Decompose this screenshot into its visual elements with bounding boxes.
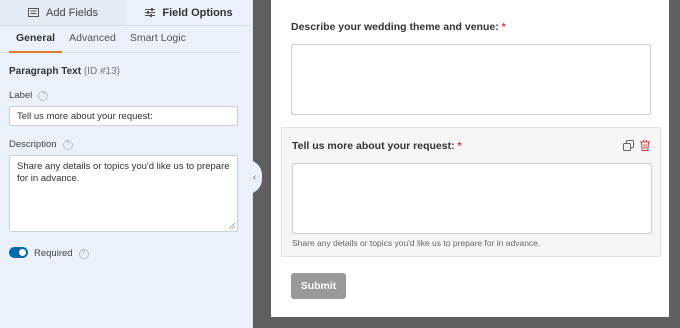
trash-icon[interactable] <box>640 138 650 156</box>
required-caption: Required <box>34 248 73 259</box>
field-description: Share any details or topics you'd like u… <box>292 238 541 248</box>
label-input[interactable] <box>9 106 238 126</box>
field-options-panel: Add Fields Field Options General Advance… <box>0 0 253 328</box>
tab-add-fields-label: Add Fields <box>46 6 98 19</box>
field-label-wedding-theme[interactable]: Describe your wedding theme and venue: * <box>291 21 506 33</box>
field-type-heading: Paragraph Text (ID #13) <box>9 66 120 77</box>
description-textarea[interactable]: Share any details or topics you'd like u… <box>9 155 238 232</box>
form-preview: Describe your wedding theme and venue: *… <box>271 0 669 317</box>
field-actions <box>623 138 650 156</box>
field-type-name: Paragraph Text <box>9 66 82 77</box>
help-icon[interactable]: ? <box>62 139 73 150</box>
duplicate-icon[interactable] <box>623 138 634 156</box>
description-text: Share any details or topics you'd like u… <box>17 161 230 184</box>
collapse-panel-handle[interactable]: ‹ <box>247 160 262 194</box>
chevron-left-icon: ‹ <box>252 171 257 183</box>
tab-general[interactable]: General <box>9 32 63 53</box>
submit-button[interactable]: Submit <box>291 273 346 299</box>
field-label-request: Tell us more about your request: * <box>292 140 462 152</box>
required-toggle[interactable] <box>9 247 28 258</box>
description-caption: Description <box>9 139 57 150</box>
help-icon[interactable]: ? <box>78 248 89 259</box>
selected-field-request[interactable]: Tell us more about your request: * Share… <box>281 127 661 257</box>
sub-tabs: General Advanced Smart Logic <box>0 26 240 53</box>
resize-grip-icon[interactable] <box>229 223 235 229</box>
field-label-text: Tell us more about your request: <box>292 140 455 152</box>
tab-field-options-label: Field Options <box>162 6 233 19</box>
sliders-icon <box>145 8 156 17</box>
tab-add-fields[interactable]: Add Fields <box>0 0 126 25</box>
required-caption-row: Required ? <box>34 248 89 259</box>
field-id: (ID #13) <box>83 66 120 77</box>
required-asterisk: * <box>457 140 462 152</box>
label-caption: Label <box>9 90 33 101</box>
list-icon <box>28 8 39 17</box>
tab-field-options[interactable]: Field Options <box>126 0 252 25</box>
panel-top-tabs: Add Fields Field Options <box>0 0 252 26</box>
request-textarea[interactable] <box>292 163 652 234</box>
wedding-theme-textarea[interactable] <box>291 44 651 115</box>
required-asterisk: * <box>501 21 506 33</box>
tab-smart-logic[interactable]: Smart Logic <box>123 32 193 52</box>
description-caption-row: Description ? <box>9 139 73 150</box>
help-icon[interactable]: ? <box>38 90 49 101</box>
label-caption-row: Label ? <box>9 90 49 101</box>
tab-advanced[interactable]: Advanced <box>62 32 123 52</box>
field-label-text: Describe your wedding theme and venue: <box>291 21 499 33</box>
